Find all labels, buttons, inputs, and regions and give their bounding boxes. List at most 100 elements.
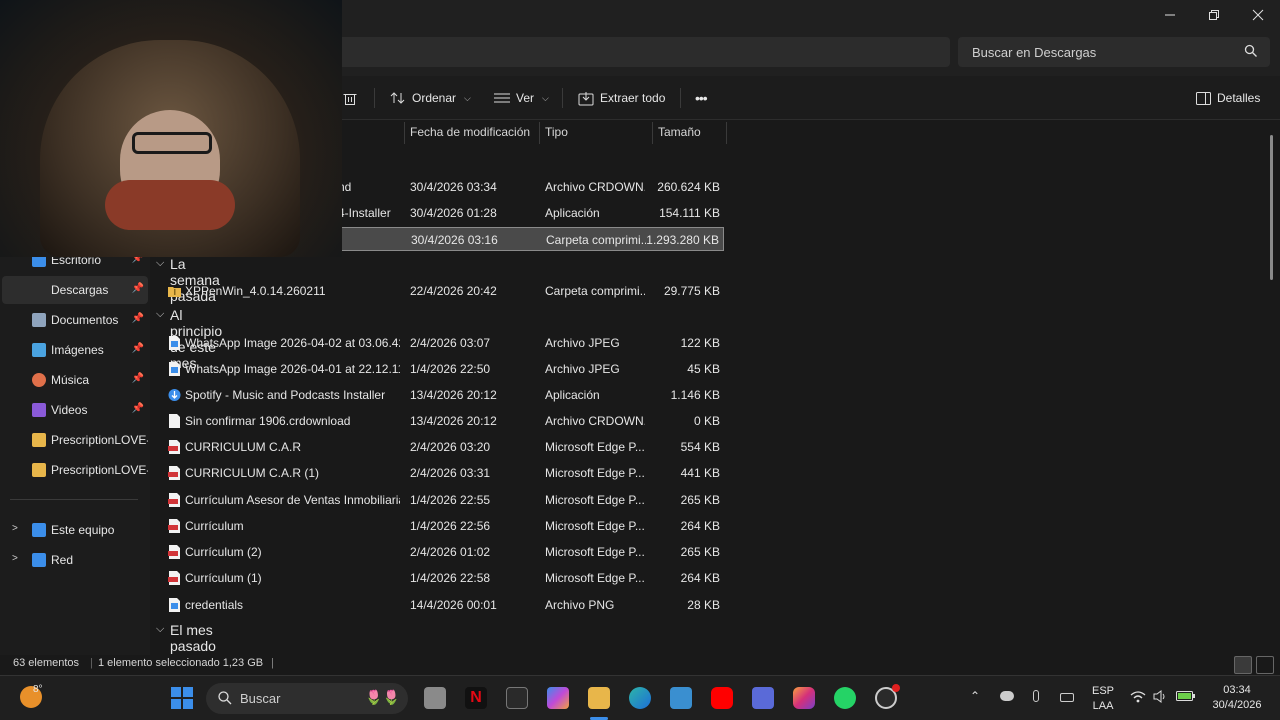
recording-badge (892, 684, 900, 692)
table-row[interactable]: Currículum Asesor de Ventas Inmobiliaria… (150, 488, 724, 512)
file-name: Currículum Asesor de Ventas Inmobiliaria… (185, 493, 400, 507)
whatsapp-icon[interactable] (834, 687, 856, 709)
table-row[interactable]: Currículum (2) 2/4/2026 01:02 Microsoft … (150, 540, 724, 564)
file-name: Sin confirmar 1906.crdownload (185, 414, 351, 428)
cloud-icon[interactable] (1000, 691, 1014, 701)
table-row[interactable]: CURRICULUM C.A.R 2/4/2026 03:20 Microsof… (150, 435, 724, 459)
address-bar[interactable] (330, 37, 950, 67)
file-name: Currículum (185, 519, 244, 533)
webcam-overlay (0, 0, 342, 257)
extract-all-button[interactable]: Extraer todo (578, 76, 665, 120)
column-header-date[interactable]: Fecha de modificación (410, 120, 530, 144)
task-view-icon[interactable] (424, 687, 446, 709)
edge-icon[interactable] (629, 687, 651, 709)
group-label: El mes pasado (170, 622, 216, 654)
file-date: 1/4/2026 22:55 (410, 493, 491, 507)
file-date: 2/4/2026 03:20 (410, 440, 491, 454)
sidebar-item-label: Descargas (51, 283, 109, 297)
minimize-icon[interactable] (1148, 0, 1192, 30)
chevron-down-icon: ⌵ (156, 623, 165, 635)
youtube-icon[interactable] (711, 687, 733, 709)
taskbar-search[interactable]: Buscar 🌷🌷 (206, 683, 408, 714)
taskbar: 8° Buscar 🌷🌷 N ⌃ ESP LAA 03:34 30/4/2026 (0, 675, 1280, 720)
column-divider (539, 122, 540, 144)
videos-icon (32, 403, 46, 417)
clock[interactable]: 03:34 30/4/2026 (1206, 684, 1268, 711)
view-icon (494, 93, 510, 103)
table-row[interactable]: CURRICULUM C.A.R (1) 2/4/2026 03:31 Micr… (150, 461, 724, 485)
copilot-icon[interactable] (547, 687, 569, 709)
file-size: 122 KB (680, 336, 720, 350)
terminal-icon[interactable] (670, 687, 692, 709)
language-layout: LAA (1092, 700, 1114, 712)
battery-icon[interactable] (1176, 690, 1196, 702)
delete-button[interactable] (343, 76, 357, 120)
status-divider: | (271, 657, 274, 669)
sidebar-item-musica[interactable]: Música 📌 (2, 366, 148, 394)
clock-time: 03:34 (1223, 684, 1251, 696)
sidebar-item-documentos[interactable]: Documentos 📌 (2, 306, 148, 334)
file-type: Carpeta comprimi... (546, 233, 646, 247)
extract-icon (578, 91, 594, 105)
sort-button[interactable]: Ordenar ⌵ (390, 76, 471, 120)
file-size: 264 KB (680, 519, 720, 533)
close-icon[interactable] (1236, 0, 1280, 30)
sidebar-item-prescriptionlove-1[interactable]: PrescriptionLOVE-p (2, 426, 148, 454)
table-row[interactable]: XPPenWin_4.0.14.260211 22/4/2026 20:42 C… (150, 279, 724, 303)
chevron-up-icon[interactable]: ⌃ (970, 689, 980, 703)
sidebar-item-red[interactable]: > Red (2, 546, 148, 574)
search-box[interactable]: Buscar en Descargas (958, 37, 1270, 67)
language-indicator[interactable]: ESP LAA (1092, 685, 1114, 712)
pdf-icon (168, 466, 180, 480)
sidebar-item-este-equipo[interactable]: > Este equipo (2, 516, 148, 544)
details-view-button[interactable] (1234, 656, 1252, 674)
file-name: Spotify - Music and Podcasts Installer (185, 388, 386, 402)
store-icon[interactable] (752, 687, 774, 709)
table-row[interactable]: Currículum 1/4/2026 22:56 Microsoft Edge… (150, 514, 724, 538)
windows-start-icon[interactable] (171, 687, 193, 709)
sidebar-item-descargas[interactable]: Descargas 📌 (2, 276, 148, 304)
column-header-type[interactable]: Tipo (545, 120, 568, 144)
wifi-icon[interactable] (1130, 690, 1146, 703)
image-file-icon (169, 336, 180, 350)
sidebar-item-prescriptionlove-2[interactable]: PrescriptionLOVE-p (2, 456, 148, 484)
file-type: Microsoft Edge P... (545, 519, 645, 533)
instagram-icon[interactable] (793, 687, 815, 709)
table-row[interactable]: Currículum (1) 1/4/2026 22:58 Microsoft … (150, 566, 724, 590)
view-button[interactable]: Ver ⌵ (494, 76, 549, 120)
image-file-icon (169, 362, 180, 376)
chevron-right-icon[interactable]: > (12, 553, 18, 564)
file-date: 1/4/2026 22:58 (410, 571, 491, 585)
table-row[interactable]: credentials 14/4/2026 00:01 Archivo PNG … (150, 593, 724, 617)
tiles-view-button[interactable] (1256, 656, 1274, 674)
table-row[interactable]: WhatsApp Image 2026-04-01 at 22.12.11 1/… (150, 357, 724, 381)
vertical-scrollbar[interactable] (1270, 135, 1273, 280)
app-icon[interactable] (506, 687, 528, 709)
toolbar-divider (374, 88, 375, 108)
keyboard-icon[interactable] (1060, 693, 1074, 702)
microphone-icon[interactable] (1033, 690, 1039, 702)
sidebar-item-imagenes[interactable]: Imágenes 📌 (2, 336, 148, 364)
netflix-icon[interactable]: N (465, 687, 487, 709)
file-type: Aplicación (545, 206, 600, 220)
column-divider (404, 122, 405, 144)
file-explorer-icon[interactable] (588, 687, 610, 709)
search-icon[interactable] (1244, 44, 1258, 58)
file-name: CURRICULUM C.A.R (185, 440, 302, 454)
file-name: credentials (185, 598, 244, 612)
more-options-button[interactable]: ••• (695, 76, 708, 120)
table-row[interactable]: WhatsApp Image 2026-04-02 at 03.06.42 2/… (150, 331, 724, 355)
restore-icon[interactable] (1192, 0, 1236, 30)
details-button[interactable]: Detalles (1196, 76, 1260, 120)
sort-label: Ordenar (412, 91, 457, 105)
table-row[interactable]: Sin confirmar 1906.crdownload 13/4/2026 … (150, 409, 724, 433)
volume-icon[interactable] (1153, 690, 1169, 703)
column-header-size[interactable]: Tamaño (658, 120, 701, 144)
pdf-icon (168, 571, 180, 585)
column-header-label: Fecha de modificación (410, 125, 531, 139)
table-row[interactable]: Spotify - Music and Podcasts Installer 1… (150, 383, 724, 407)
chevron-right-icon[interactable]: > (12, 523, 18, 534)
pin-icon: 📌 (131, 283, 144, 294)
search-icon (218, 691, 232, 705)
sidebar-item-videos[interactable]: Videos 📌 (2, 396, 148, 424)
